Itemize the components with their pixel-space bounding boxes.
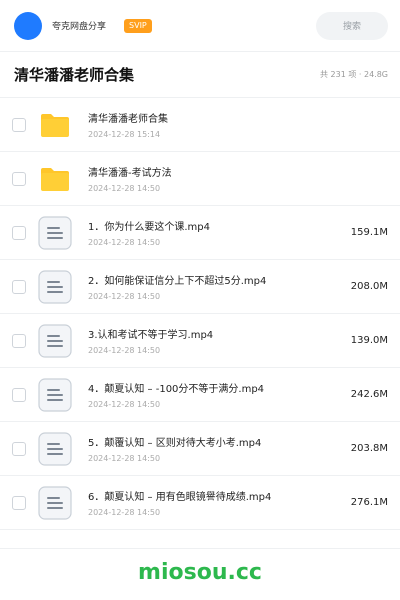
avatar[interactable] <box>14 11 42 40</box>
folder-icon <box>38 162 72 196</box>
list-item[interactable]: 6．颠夏认知 – 用有色眼镜譽待成绩.mp4 2024-12-28 14:50 … <box>0 476 400 530</box>
select-checkbox[interactable] <box>12 225 26 240</box>
file-icon <box>38 431 72 466</box>
file-date: 2024-12-28 14:50 <box>88 400 161 409</box>
file-date: 2024-12-28 14:50 <box>88 454 161 463</box>
list-item[interactable]: 清华潘潘-考试方法 2024-12-28 14:50 <box>0 152 400 206</box>
file-name: 清华潘潘-考试方法 <box>88 168 172 179</box>
list-item[interactable]: 4．颠夏认知 – -100分不等于满分.mp4 2024-12-28 14:50… <box>0 368 400 422</box>
file-name: 3.认和考试不等于学习.mp4 <box>88 330 214 341</box>
file-date: 2024-12-28 14:50 <box>88 238 161 247</box>
file-name: 6．颠夏认知 – 用有色眼镜譽待成绩.mp4 <box>88 492 272 503</box>
search-placeholder: 搜索 <box>342 22 361 32</box>
file-size: 159.1M <box>350 227 388 238</box>
list-item[interactable]: 2．如何能保证信分上下不超过5分.mp4 2024-12-28 14:50 20… <box>0 260 400 314</box>
file-size: 242.6M <box>350 389 388 400</box>
file-size: 139.0M <box>350 335 388 346</box>
file-icon <box>38 323 72 358</box>
username: 夸克网盘分享 <box>52 22 107 32</box>
file-name: 2．如何能保证信分上下不超过5分.mp4 <box>88 276 267 287</box>
file-size: 276.1M <box>350 497 388 508</box>
list-item[interactable]: 3.认和考试不等于学习.mp4 2024-12-28 14:50 139.0M <box>0 314 400 368</box>
file-name: 5．颠覆认知 – 区则对待大考小考.mp4 <box>88 438 262 449</box>
file-size: 203.8M <box>350 443 388 454</box>
file-icon <box>38 215 72 250</box>
list-item[interactable]: 1．你为什么要这个课.mp4 2024-12-28 14:50 159.1M <box>0 206 400 260</box>
item-summary: 共 231 项 · 24.8G <box>320 70 388 79</box>
select-checkbox[interactable] <box>12 117 26 132</box>
select-checkbox[interactable] <box>12 279 26 294</box>
file-date: 2024-12-28 15:14 <box>88 130 161 139</box>
list-item[interactable]: 5．颠覆认知 – 区则对待大考小考.mp4 2024-12-28 14:50 2… <box>0 422 400 476</box>
select-checkbox[interactable] <box>12 171 26 186</box>
file-date: 2024-12-28 14:50 <box>88 184 161 193</box>
footer-divider <box>0 548 400 549</box>
watermark: miosou.cc <box>138 560 262 585</box>
select-checkbox[interactable] <box>12 333 26 348</box>
title-bar: 清华潘潘老师合集 共 231 项 · 24.8G <box>0 52 400 98</box>
select-checkbox[interactable] <box>12 441 26 456</box>
file-name: 4．颠夏认知 – -100分不等于满分.mp4 <box>88 384 265 395</box>
file-date: 2024-12-28 14:50 <box>88 346 161 355</box>
select-checkbox[interactable] <box>12 387 26 402</box>
file-name: 1．你为什么要这个课.mp4 <box>88 222 210 233</box>
file-icon <box>38 377 72 412</box>
header: 夸克网盘分享 SVIP 搜索 <box>0 0 400 52</box>
file-date: 2024-12-28 14:50 <box>88 508 161 517</box>
file-icon <box>38 485 72 520</box>
folder-icon <box>38 108 72 142</box>
file-list: 清华潘潘老师合集 2024-12-28 15:14 清华潘潘-考试方法 2024… <box>0 98 400 530</box>
file-icon <box>38 269 72 304</box>
file-size: 208.0M <box>350 281 388 292</box>
file-name: 清华潘潘老师合集 <box>88 114 168 125</box>
page-title: 清华潘潘老师合集 <box>14 66 135 84</box>
list-item[interactable]: 清华潘潘老师合集 2024-12-28 15:14 <box>0 98 400 152</box>
file-date: 2024-12-28 14:50 <box>88 292 161 301</box>
vip-badge: SVIP <box>124 18 152 33</box>
select-checkbox[interactable] <box>12 495 26 510</box>
search-input[interactable]: 搜索 <box>316 11 388 40</box>
